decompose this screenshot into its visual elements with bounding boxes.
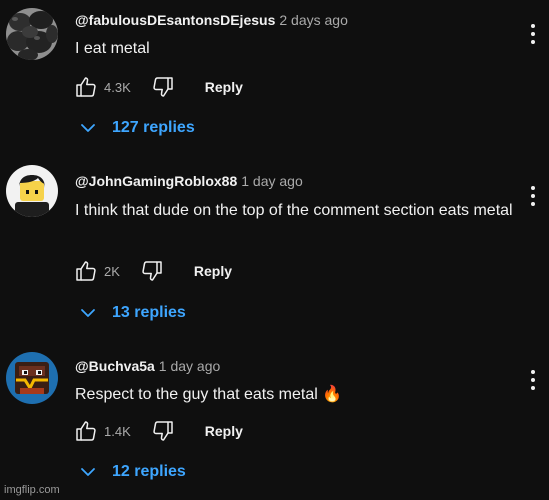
comment-actions: 4.3K Reply: [74, 75, 243, 99]
thumbs-up-icon: [76, 421, 96, 441]
avatar[interactable]: [6, 352, 58, 404]
chevron-down-icon: [81, 309, 95, 317]
like-button[interactable]: [74, 75, 98, 99]
comment-actions: 1.4K Reply: [74, 419, 243, 443]
like-count: 1.4K: [104, 423, 131, 439]
thumbs-up-icon: [76, 77, 96, 97]
comment-text: I eat metal: [75, 40, 150, 57]
dislike-button[interactable]: [151, 75, 175, 99]
watermark: imgflip.com: [4, 484, 60, 496]
replies-count[interactable]: 127 replies: [112, 119, 195, 137]
author-name[interactable]: @fabulousDEsantonsDEjesus: [75, 12, 275, 28]
timestamp[interactable]: 1 day ago: [241, 173, 303, 189]
reply-button[interactable]: Reply: [194, 263, 232, 279]
comment-header: @JohnGamingRoblox88 1 day ago: [75, 173, 303, 189]
avatar[interactable]: [6, 8, 58, 60]
thumbs-up-icon: [76, 261, 96, 281]
avatar[interactable]: [6, 165, 58, 217]
like-count: 2K: [104, 263, 120, 279]
replies-count[interactable]: 12 replies: [112, 463, 186, 481]
chevron-down-icon: [81, 124, 95, 132]
thumbs-down-icon: [153, 421, 173, 441]
comment-actions: 2K Reply: [74, 259, 232, 283]
like-button[interactable]: [74, 259, 98, 283]
comment-section: @fabulousDEsantonsDEjesus 2 days ago I ea…: [0, 0, 549, 500]
comment-text: I think that dude on the top of the comm…: [75, 202, 513, 219]
like-button[interactable]: [74, 419, 98, 443]
comment-header: @Buchva5a 1 day ago: [75, 358, 220, 374]
reply-button[interactable]: Reply: [205, 423, 243, 439]
author-name[interactable]: @JohnGamingRoblox88: [75, 173, 237, 189]
replies-toggle[interactable]: 12 replies: [78, 462, 186, 482]
replies-toggle[interactable]: 13 replies: [78, 303, 186, 323]
more-actions-icon[interactable]: [529, 186, 537, 206]
timestamp[interactable]: 2 days ago: [279, 12, 348, 28]
more-actions-icon[interactable]: [529, 24, 537, 44]
replies-count[interactable]: 13 replies: [112, 304, 186, 322]
comment-text: Respect to the guy that eats metal 🔥: [75, 386, 343, 403]
like-count: 4.3K: [104, 79, 131, 95]
reply-button[interactable]: Reply: [205, 79, 243, 95]
more-actions-icon[interactable]: [529, 370, 537, 390]
thumbs-down-icon: [153, 77, 173, 97]
timestamp[interactable]: 1 day ago: [159, 358, 221, 374]
thumbs-down-icon: [142, 261, 162, 281]
dislike-button[interactable]: [140, 259, 164, 283]
dislike-button[interactable]: [151, 419, 175, 443]
author-name[interactable]: @Buchva5a: [75, 358, 155, 374]
comment-header: @fabulousDEsantonsDEjesus 2 days ago: [75, 12, 348, 28]
chevron-down-icon: [81, 468, 95, 476]
replies-toggle[interactable]: 127 replies: [78, 118, 195, 138]
